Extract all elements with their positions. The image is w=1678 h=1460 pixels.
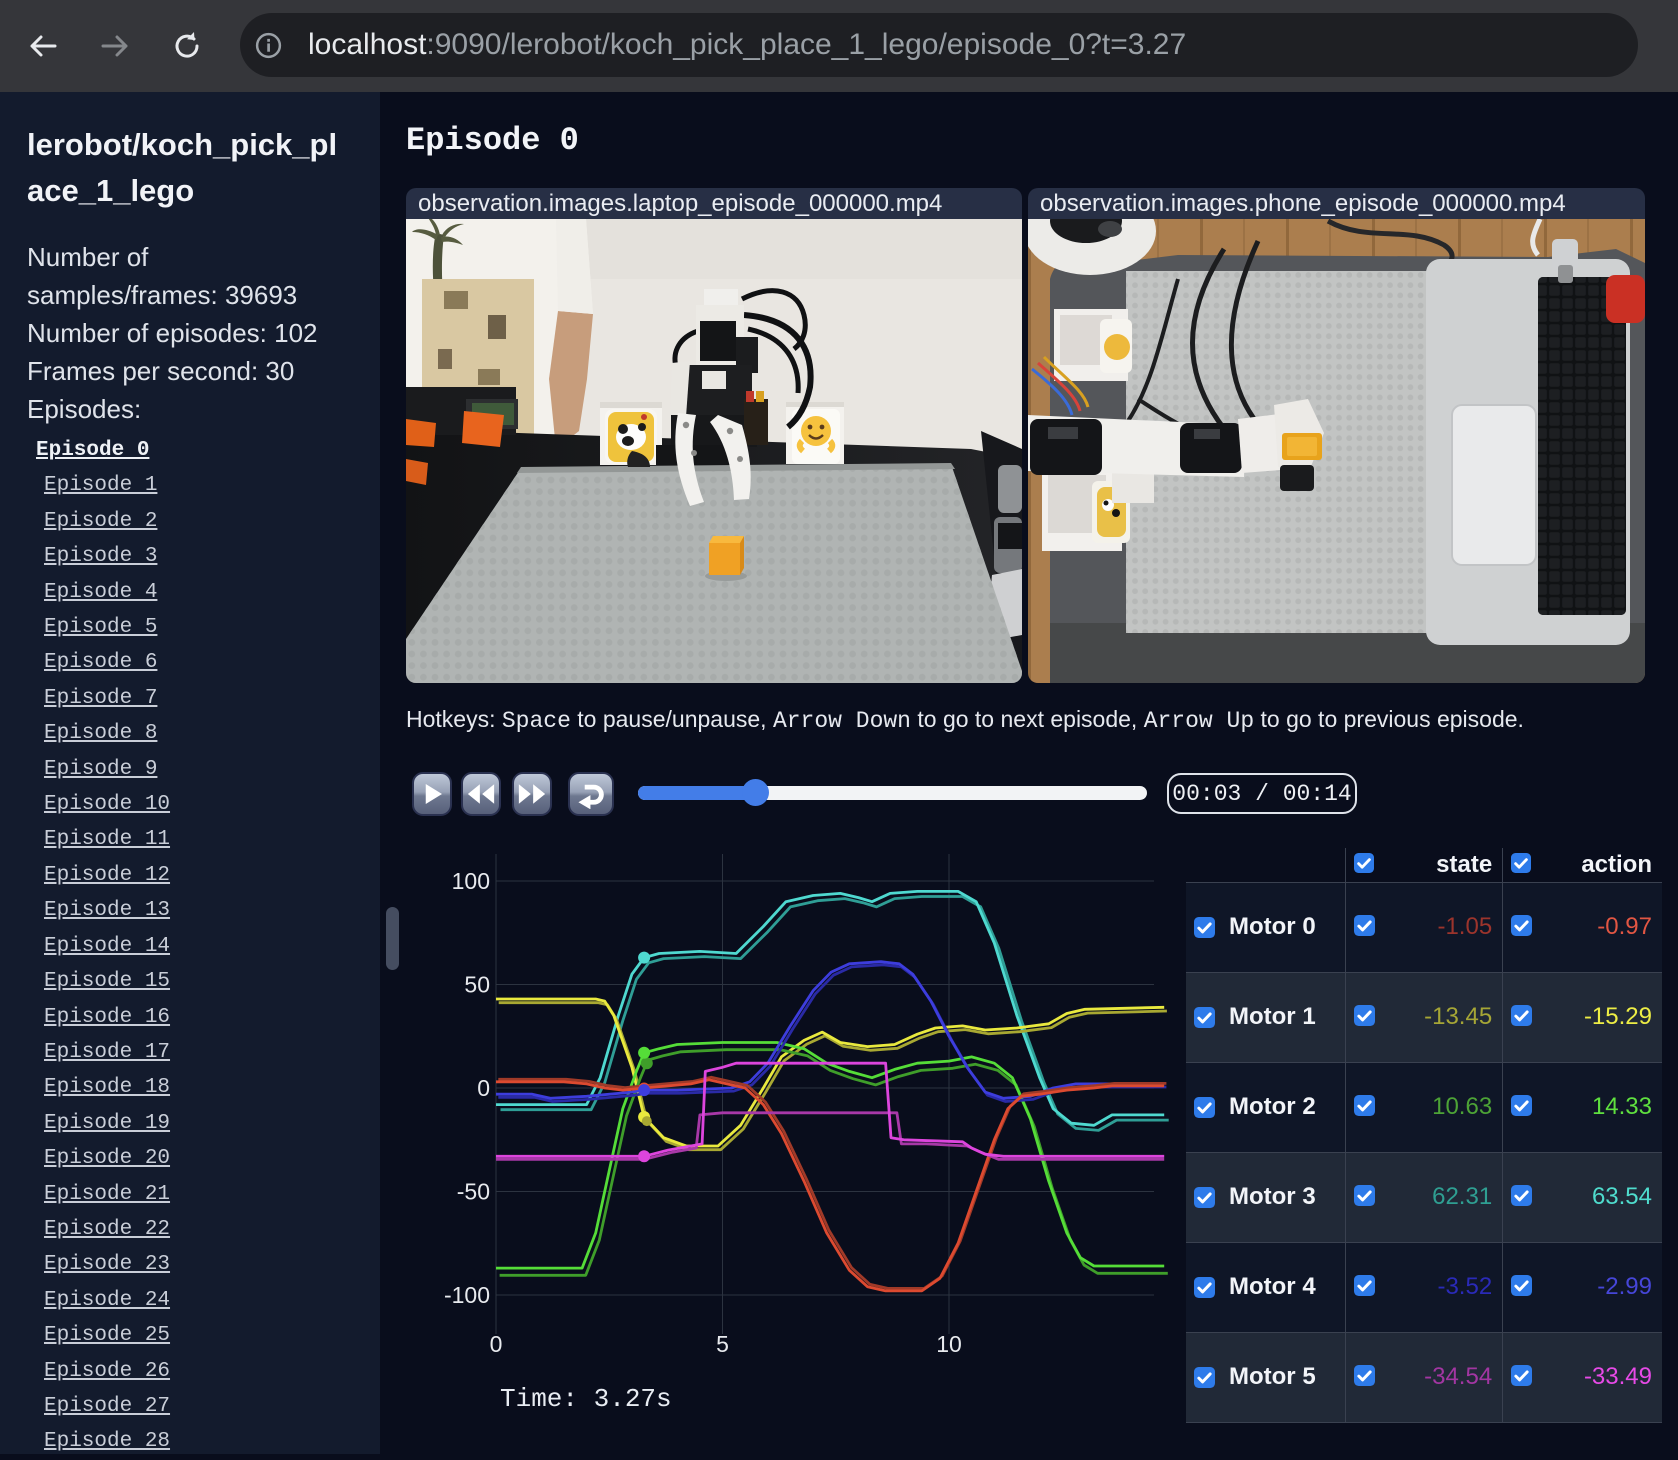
svg-text:-50: -50 — [457, 1179, 490, 1205]
svg-text:0: 0 — [490, 1331, 503, 1357]
svg-text:0: 0 — [477, 1075, 490, 1101]
svg-text:50: 50 — [464, 972, 490, 998]
svg-text:5: 5 — [716, 1331, 729, 1357]
svg-text:-100: -100 — [444, 1282, 490, 1308]
svg-text:100: 100 — [452, 868, 490, 894]
svg-text:10: 10 — [936, 1331, 962, 1357]
